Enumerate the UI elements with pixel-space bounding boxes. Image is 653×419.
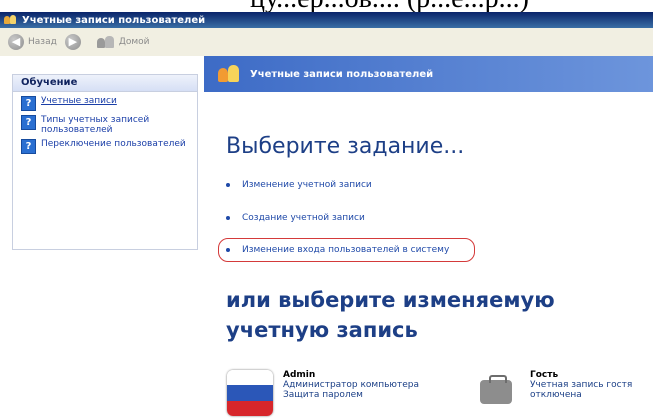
window-titlebar: Учетные записи пользователей [0, 12, 653, 28]
task-label[interactable]: Изменение входа пользователей в систему [242, 245, 449, 255]
learn-list: ? Учетные записи ? Типы учетных записей … [13, 92, 197, 154]
account-role: Учетная запись гостя [530, 380, 633, 390]
help-icon: ? [21, 115, 36, 130]
learn-item-switch-users[interactable]: ? Переключение пользователей [21, 139, 197, 154]
bullet-icon [226, 183, 230, 187]
document-fragment-text: цу...ер...ов.... (р...е...р...) [250, 0, 529, 12]
flag-icon [227, 370, 273, 416]
bullet-icon [226, 248, 230, 252]
learn-item-accounts[interactable]: ? Учетные записи [21, 96, 197, 111]
home-label: Домой [118, 37, 150, 47]
task-create-account[interactable]: Создание учетной записи [226, 213, 365, 223]
back-label: Назад [28, 37, 57, 47]
sidebar: Обучение ? Учетные записи ? Типы учетных… [0, 56, 204, 419]
bullet-icon [226, 216, 230, 220]
window-title: Учетные записи пользователей [22, 14, 206, 26]
task-change-logon[interactable]: Изменение входа пользователей в систему [226, 245, 449, 255]
back-button[interactable]: ◀ Назад [8, 34, 57, 50]
account-heading: или выберите изменяемую учетную запись [226, 288, 555, 342]
account-name: Admin [283, 370, 316, 380]
learn-title: Обучение [13, 75, 197, 92]
task-change-account[interactable]: Изменение учетной записи [226, 180, 372, 190]
main-content: Учетные записи пользователей Выберите за… [204, 56, 653, 419]
learn-panel: Обучение ? Учетные записи ? Типы учетных… [12, 74, 198, 250]
account-admin[interactable]: Admin Администратор компьютера Защита па… [227, 370, 419, 416]
account-status: Защита паролем [283, 390, 363, 400]
content-header: Учетные записи пользователей [204, 56, 653, 92]
account-name: Гость [530, 370, 559, 380]
toolbar: ◀ Назад ▶ Домой [0, 28, 653, 57]
users-icon [218, 65, 240, 83]
forward-arrow-icon: ▶ [64, 34, 81, 50]
learn-link[interactable]: Переключение пользователей [41, 139, 186, 149]
learn-link[interactable]: Типы учетных записей пользователей [41, 115, 197, 135]
forward-button[interactable]: ▶ [64, 34, 81, 50]
account-text: Гость Учетная запись гостя отключена [530, 370, 632, 412]
briefcase-icon [474, 370, 520, 412]
account-text: Admin Администратор компьютера Защита па… [283, 370, 419, 416]
account-guest[interactable]: Гость Учетная запись гостя отключена [474, 370, 632, 412]
account-status: отключена [530, 390, 582, 400]
task-heading: Выберите задание... [226, 134, 465, 159]
help-icon: ? [21, 96, 36, 111]
content-title: Учетные записи пользователей [250, 68, 434, 80]
task-label[interactable]: Изменение учетной записи [242, 180, 372, 190]
home-icon [96, 35, 115, 49]
account-role: Администратор компьютера [283, 380, 419, 390]
back-arrow-icon: ◀ [8, 34, 24, 50]
learn-link[interactable]: Учетные записи [41, 96, 117, 106]
home-button[interactable]: Домой [89, 35, 150, 49]
task-label[interactable]: Создание учетной записи [242, 213, 365, 223]
help-icon: ? [21, 139, 36, 154]
document-fragment: цу...ер...ов.... (р...е...р...) [0, 0, 653, 12]
learn-item-account-types[interactable]: ? Типы учетных записей пользователей [21, 115, 197, 135]
users-icon [4, 14, 18, 26]
